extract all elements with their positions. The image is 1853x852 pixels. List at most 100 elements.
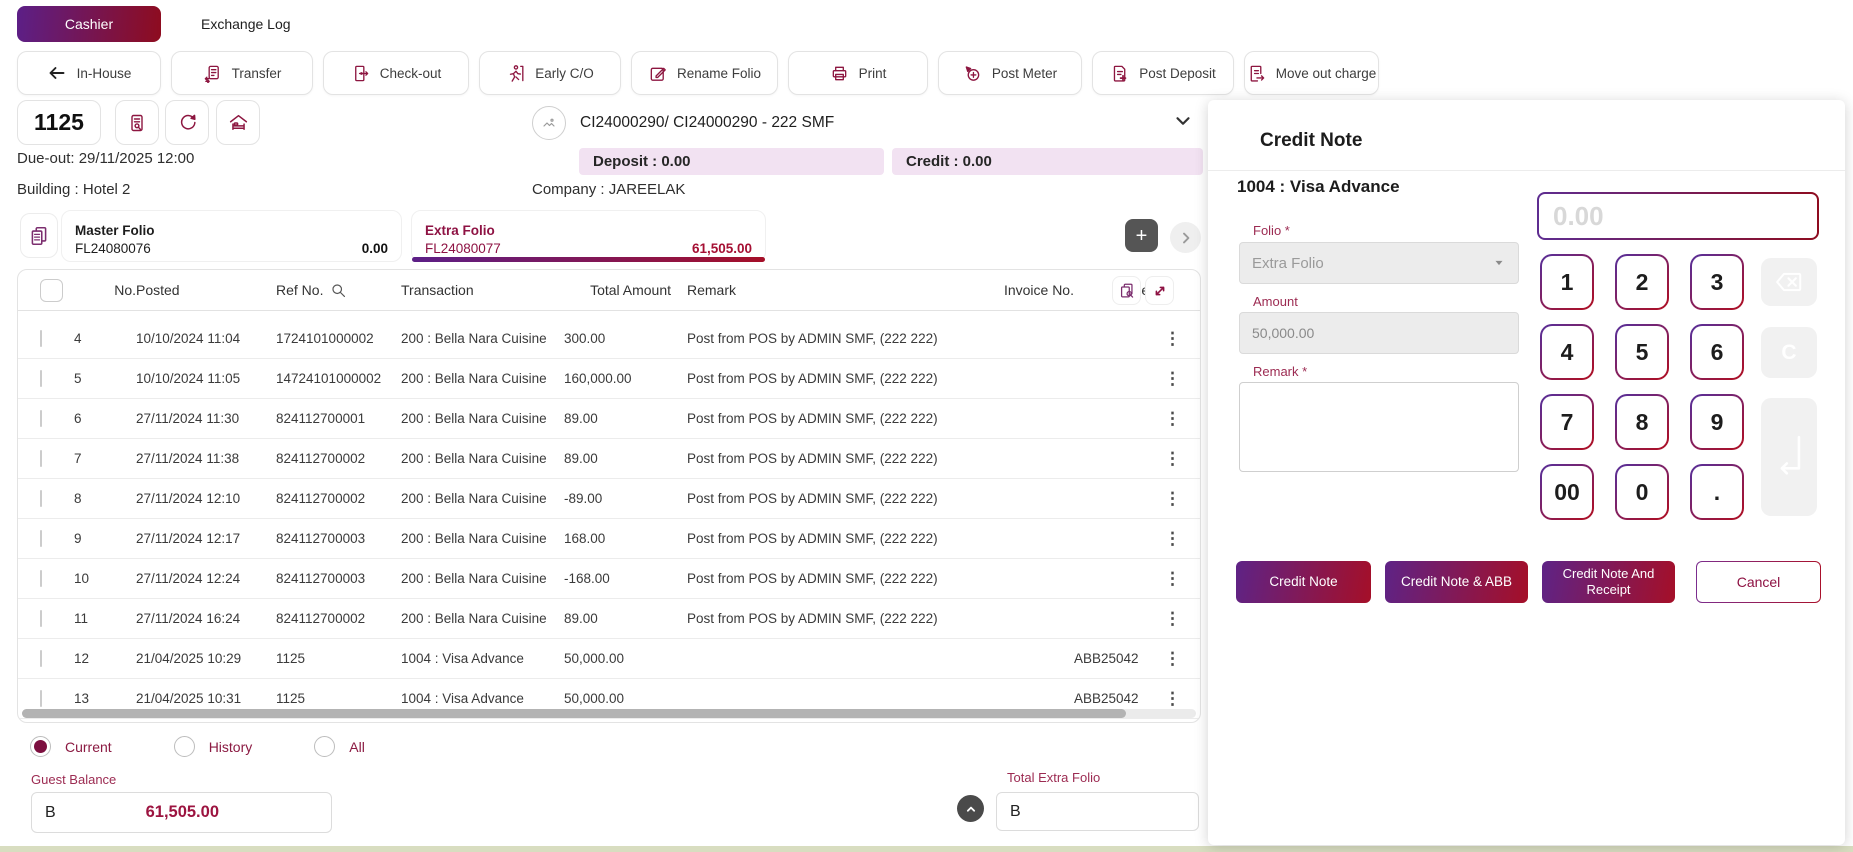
move-out-charge-button[interactable]: Move out charge (1244, 51, 1379, 95)
in-house-button[interactable]: In-House (17, 51, 161, 95)
cell-posted: 27/11/2024 11:38 (136, 451, 276, 466)
toolbar: In-House Transfer Check-out Early C/O Re… (17, 51, 1379, 95)
cell-remark: Post from POS by ADMIN SMF, (222 222) (671, 371, 971, 386)
cell-ref: 1125 (276, 651, 401, 666)
print-button[interactable]: Print (788, 51, 928, 95)
remark-field[interactable] (1239, 382, 1519, 472)
bottom-status-strip (0, 846, 1853, 852)
row-menu-button[interactable]: ⋮ (1164, 490, 1181, 507)
row-checkbox[interactable] (40, 570, 42, 587)
post-meter-button[interactable]: Post Meter (938, 51, 1082, 95)
cell-transaction: 200 : Bella Nara Cuisine (401, 531, 564, 546)
filter-all[interactable]: All (314, 736, 365, 757)
transfer-icon (203, 64, 222, 83)
amount-label: Amount (1253, 294, 1298, 309)
search-icon[interactable] (330, 282, 347, 299)
row-menu-button[interactable]: ⋮ (1164, 650, 1181, 667)
backspace-key[interactable] (1761, 258, 1817, 306)
table-row: 11 27/11/2024 16:24 824112700002 200 : B… (18, 599, 1200, 639)
row-menu-button[interactable]: ⋮ (1164, 610, 1181, 627)
document-plus-icon (1110, 64, 1129, 83)
transfer-button[interactable]: Transfer (171, 51, 313, 95)
row-checkbox[interactable] (40, 410, 42, 427)
cell-amount: 160,000.00 (564, 371, 671, 386)
extra-folio-tab[interactable]: Extra Folio FL24080077 61,505.00 (411, 210, 766, 262)
row-checkbox[interactable] (40, 370, 42, 387)
row-menu-button[interactable]: ⋮ (1164, 370, 1181, 387)
clear-key[interactable]: C (1761, 327, 1817, 378)
rename-folio-button[interactable]: Rename Folio (631, 51, 778, 95)
cell-amount: 89.00 (564, 451, 671, 466)
cell-ref: 824112700003 (276, 531, 401, 546)
cell-no: 12 (74, 651, 136, 666)
credit-note-abb-button[interactable]: Credit Note & ABB (1385, 561, 1528, 603)
table-header: No. Posted Ref No. Transaction Total Amo… (18, 270, 1200, 311)
keypad-key-1[interactable]: 1 (1540, 254, 1594, 310)
amount-field[interactable] (1239, 312, 1519, 354)
folio-list-button[interactable] (20, 213, 58, 258)
row-menu-button[interactable]: ⋮ (1164, 690, 1181, 707)
guest-expand-button[interactable] (1172, 110, 1194, 132)
panel-transaction: 1004 : Visa Advance (1237, 177, 1400, 197)
radio-current-icon (30, 736, 51, 757)
row-checkbox[interactable] (40, 530, 42, 547)
post-deposit-button[interactable]: Post Deposit (1092, 51, 1234, 95)
row-checkbox[interactable] (40, 450, 42, 467)
expand-table-button[interactable] (1145, 276, 1174, 305)
row-menu-button[interactable]: ⋮ (1164, 570, 1181, 587)
row-checkbox[interactable] (40, 610, 42, 627)
row-checkbox[interactable] (40, 490, 42, 507)
company-text: Company : JAREELAK (532, 181, 685, 198)
keypad-key-7[interactable]: 7 (1540, 394, 1594, 450)
cancel-button[interactable]: Cancel (1696, 561, 1821, 603)
row-checkbox[interactable] (40, 650, 42, 667)
keypad-key-6[interactable]: 6 (1690, 324, 1744, 380)
row-menu-button[interactable]: ⋮ (1164, 530, 1181, 547)
keypad-key-4[interactable]: 4 (1540, 324, 1594, 380)
cell-ref: 14724101000002 (276, 371, 401, 386)
add-folio-button[interactable]: + (1125, 219, 1158, 252)
enter-key[interactable] (1761, 398, 1817, 516)
credit-note-button[interactable]: Credit Note (1236, 561, 1371, 603)
filter-history[interactable]: History (174, 736, 253, 757)
deposit-pill: Deposit : 0.00 (579, 148, 884, 175)
cell-no: 6 (74, 411, 136, 426)
room-info-button[interactable] (216, 100, 260, 145)
guest-balance-box: B 61,505.00 (31, 792, 332, 833)
check-out-button[interactable]: Check-out (323, 51, 469, 95)
row-menu-button[interactable]: ⋮ (1164, 410, 1181, 427)
refresh-button[interactable] (165, 100, 209, 145)
master-folio-tab[interactable]: Master Folio FL24080076 0.00 (61, 210, 402, 262)
tab-exchange-log[interactable]: Exchange Log (201, 16, 291, 32)
registration-card-button[interactable] (115, 100, 159, 145)
row-checkbox[interactable] (40, 690, 42, 707)
select-all-checkbox[interactable] (40, 279, 63, 302)
radio-all-icon (314, 736, 335, 757)
keypad-key-0[interactable]: 0 (1615, 464, 1669, 520)
filter-current[interactable]: Current (30, 736, 112, 757)
cell-receipt: ABB25042 (1074, 691, 1164, 706)
row-checkbox[interactable] (40, 330, 42, 347)
cell-posted: 10/10/2024 11:05 (136, 371, 276, 386)
keypad-amount-display[interactable]: 0.00 (1537, 192, 1819, 240)
cell-ref: 824112700002 (276, 611, 401, 626)
row-menu-button[interactable]: ⋮ (1164, 450, 1181, 467)
credit-pill: Credit : 0.00 (892, 148, 1203, 175)
row-menu-button[interactable]: ⋮ (1164, 330, 1181, 347)
cell-ref: 1125 (276, 691, 401, 706)
collapse-totals-button[interactable] (957, 795, 984, 822)
keypad-key-9[interactable]: 9 (1690, 394, 1744, 450)
credit-note-receipt-button[interactable]: Credit Note And Receipt (1542, 561, 1675, 603)
keypad-key-3[interactable]: 3 (1690, 254, 1744, 310)
copy-search-button[interactable] (1112, 276, 1141, 305)
keypad-key-8[interactable]: 8 (1615, 394, 1669, 450)
scrollbar-thumb[interactable] (22, 709, 1126, 718)
folio-select[interactable]: Extra Folio (1239, 242, 1519, 284)
keypad-key-00[interactable]: 00 (1540, 464, 1594, 520)
keypad-key-2[interactable]: 2 (1615, 254, 1669, 310)
next-folio-button[interactable] (1170, 222, 1201, 253)
keypad-key-5[interactable]: 5 (1615, 324, 1669, 380)
tab-cashier[interactable]: Cashier (17, 6, 161, 42)
early-checkout-button[interactable]: Early C/O (479, 51, 621, 95)
keypad-key-.[interactable]: . (1690, 464, 1744, 520)
